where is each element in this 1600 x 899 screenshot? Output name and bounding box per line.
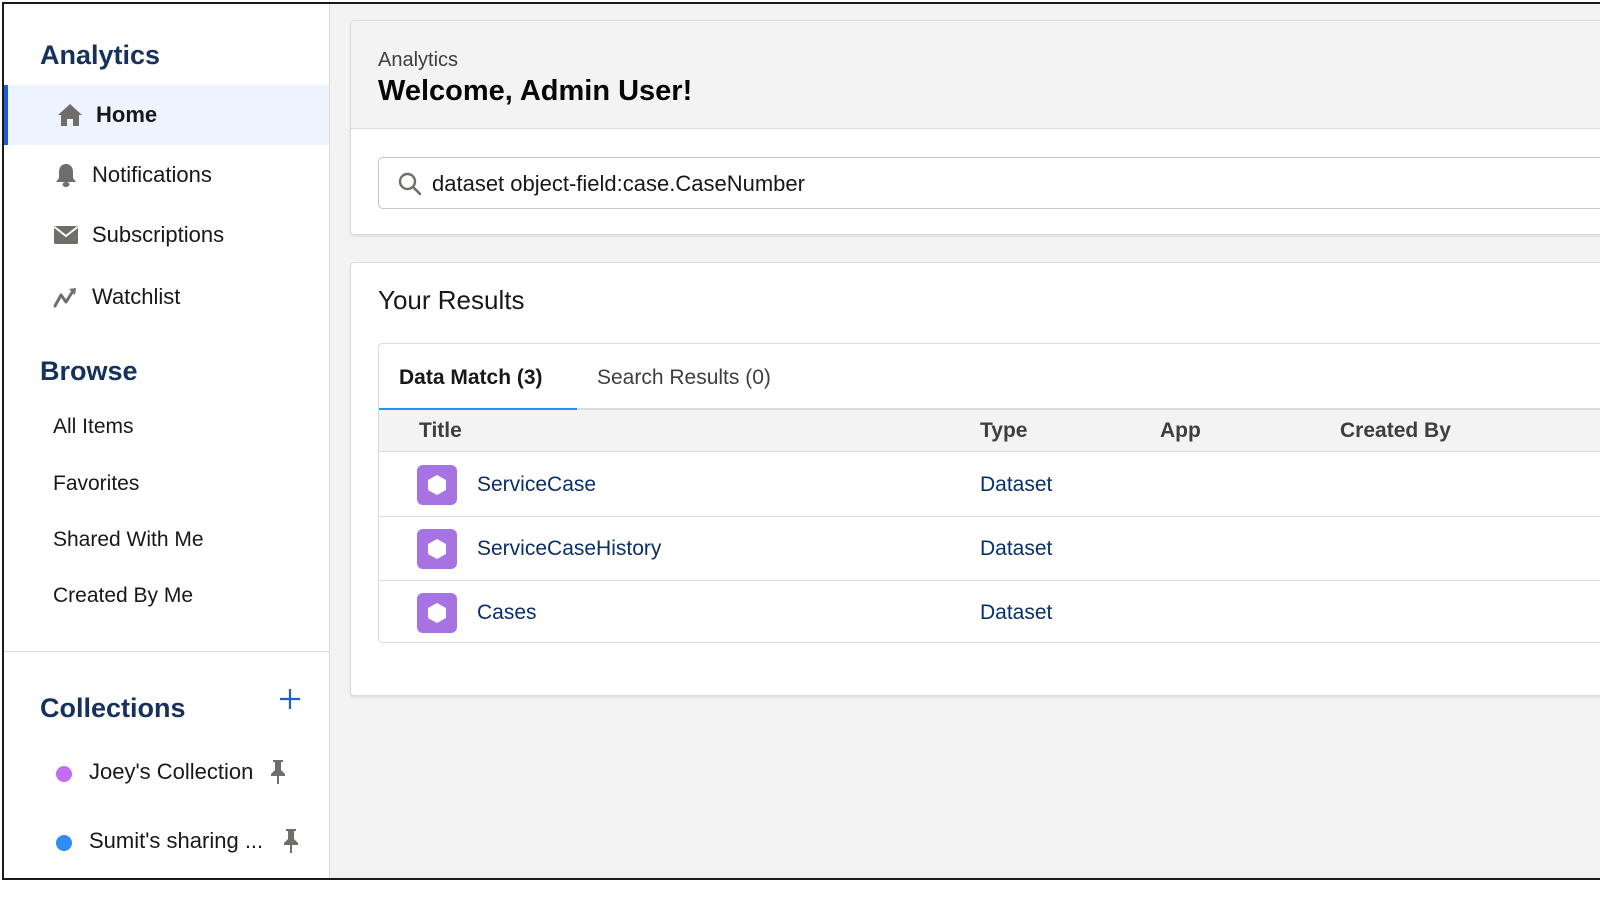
bell-icon: [52, 161, 80, 189]
sidebar-item-watchlist[interactable]: Watchlist: [4, 267, 329, 327]
table-row[interactable]: ServiceCaseHistory Dataset: [379, 517, 1600, 581]
sidebar-item-label: Watchlist: [92, 284, 181, 309]
trend-icon: [52, 283, 80, 311]
browse-item-favorites[interactable]: Favorites: [53, 472, 139, 496]
collection-item[interactable]: Sumit's sharing ...: [4, 822, 329, 862]
results-tabs: Data Match (3) Search Results (0): [379, 344, 1600, 412]
dataset-icon: [417, 529, 457, 569]
collection-color-dot: [56, 766, 72, 782]
header-eyebrow: Analytics: [378, 49, 459, 71]
row-title-link[interactable]: ServiceCase: [477, 473, 596, 497]
search-value: dataset object-field:case.CaseNumber: [432, 171, 805, 196]
sidebar-item-label: Home: [96, 102, 158, 127]
header-card: Analytics Welcome, Admin User! dataset o…: [350, 20, 1600, 235]
sidebar-item-label: Subscriptions: [92, 222, 225, 247]
sidebar-title: Analytics: [40, 40, 161, 70]
pin-icon[interactable]: [282, 828, 300, 854]
browse-item-created-by-me[interactable]: Created By Me: [53, 584, 193, 608]
collections-title: Collections: [40, 693, 186, 723]
results-table: Data Match (3) Search Results (0) Title …: [378, 343, 1600, 643]
tab-data-match[interactable]: Data Match (3): [379, 344, 577, 412]
column-header-type[interactable]: Type: [980, 419, 1027, 443]
home-icon: [56, 101, 84, 129]
header-band: Analytics Welcome, Admin User!: [351, 21, 1600, 129]
sidebar: Analytics Home Notifications Subscriptio…: [4, 4, 330, 878]
search-input[interactable]: dataset object-field:case.CaseNumber: [378, 157, 1600, 209]
results-title: Your Results: [378, 285, 525, 315]
sidebar-item-notifications[interactable]: Notifications: [4, 145, 329, 205]
row-title-link[interactable]: Cases: [477, 601, 537, 625]
collection-item[interactable]: Joey's Collection: [4, 753, 329, 793]
search-icon: [397, 171, 423, 197]
row-title-link[interactable]: ServiceCaseHistory: [477, 537, 661, 561]
sidebar-item-home[interactable]: Home: [4, 85, 329, 145]
column-header-created-by[interactable]: Created By: [1340, 419, 1451, 443]
collection-color-dot: [56, 835, 72, 851]
row-type: Dataset: [980, 601, 1053, 624]
table-row[interactable]: Cases Dataset: [379, 581, 1600, 642]
row-type: Dataset: [980, 537, 1053, 560]
collection-label: Sumit's sharing ...: [89, 828, 264, 853]
browse-item-shared-with-me[interactable]: Shared With Me: [53, 528, 204, 552]
column-header-app[interactable]: App: [1160, 419, 1201, 443]
column-header-title[interactable]: Title: [419, 419, 462, 443]
table-row[interactable]: ServiceCase Dataset: [379, 453, 1600, 517]
results-card: Your Results Data Match (3) Search Resul…: [350, 262, 1600, 696]
browse-item-all-items[interactable]: All Items: [53, 415, 134, 439]
collection-label: Joey's Collection: [89, 759, 254, 784]
page-title: Welcome, Admin User!: [378, 75, 693, 107]
app-window: Analytics Home Notifications Subscriptio…: [2, 2, 1600, 880]
sidebar-divider: [4, 651, 329, 652]
dataset-icon: [417, 593, 457, 633]
browse-title: Browse: [40, 356, 138, 386]
add-collection-button[interactable]: [276, 687, 304, 715]
sidebar-item-label: Notifications: [92, 162, 212, 187]
envelope-icon: [52, 221, 80, 249]
row-type: Dataset: [980, 473, 1053, 496]
sidebar-item-subscriptions[interactable]: Subscriptions: [4, 205, 329, 265]
table-header: Title Type App Created By: [379, 410, 1600, 452]
tab-search-results[interactable]: Search Results (0): [597, 344, 817, 410]
pin-icon[interactable]: [269, 759, 287, 785]
dataset-icon: [417, 465, 457, 505]
